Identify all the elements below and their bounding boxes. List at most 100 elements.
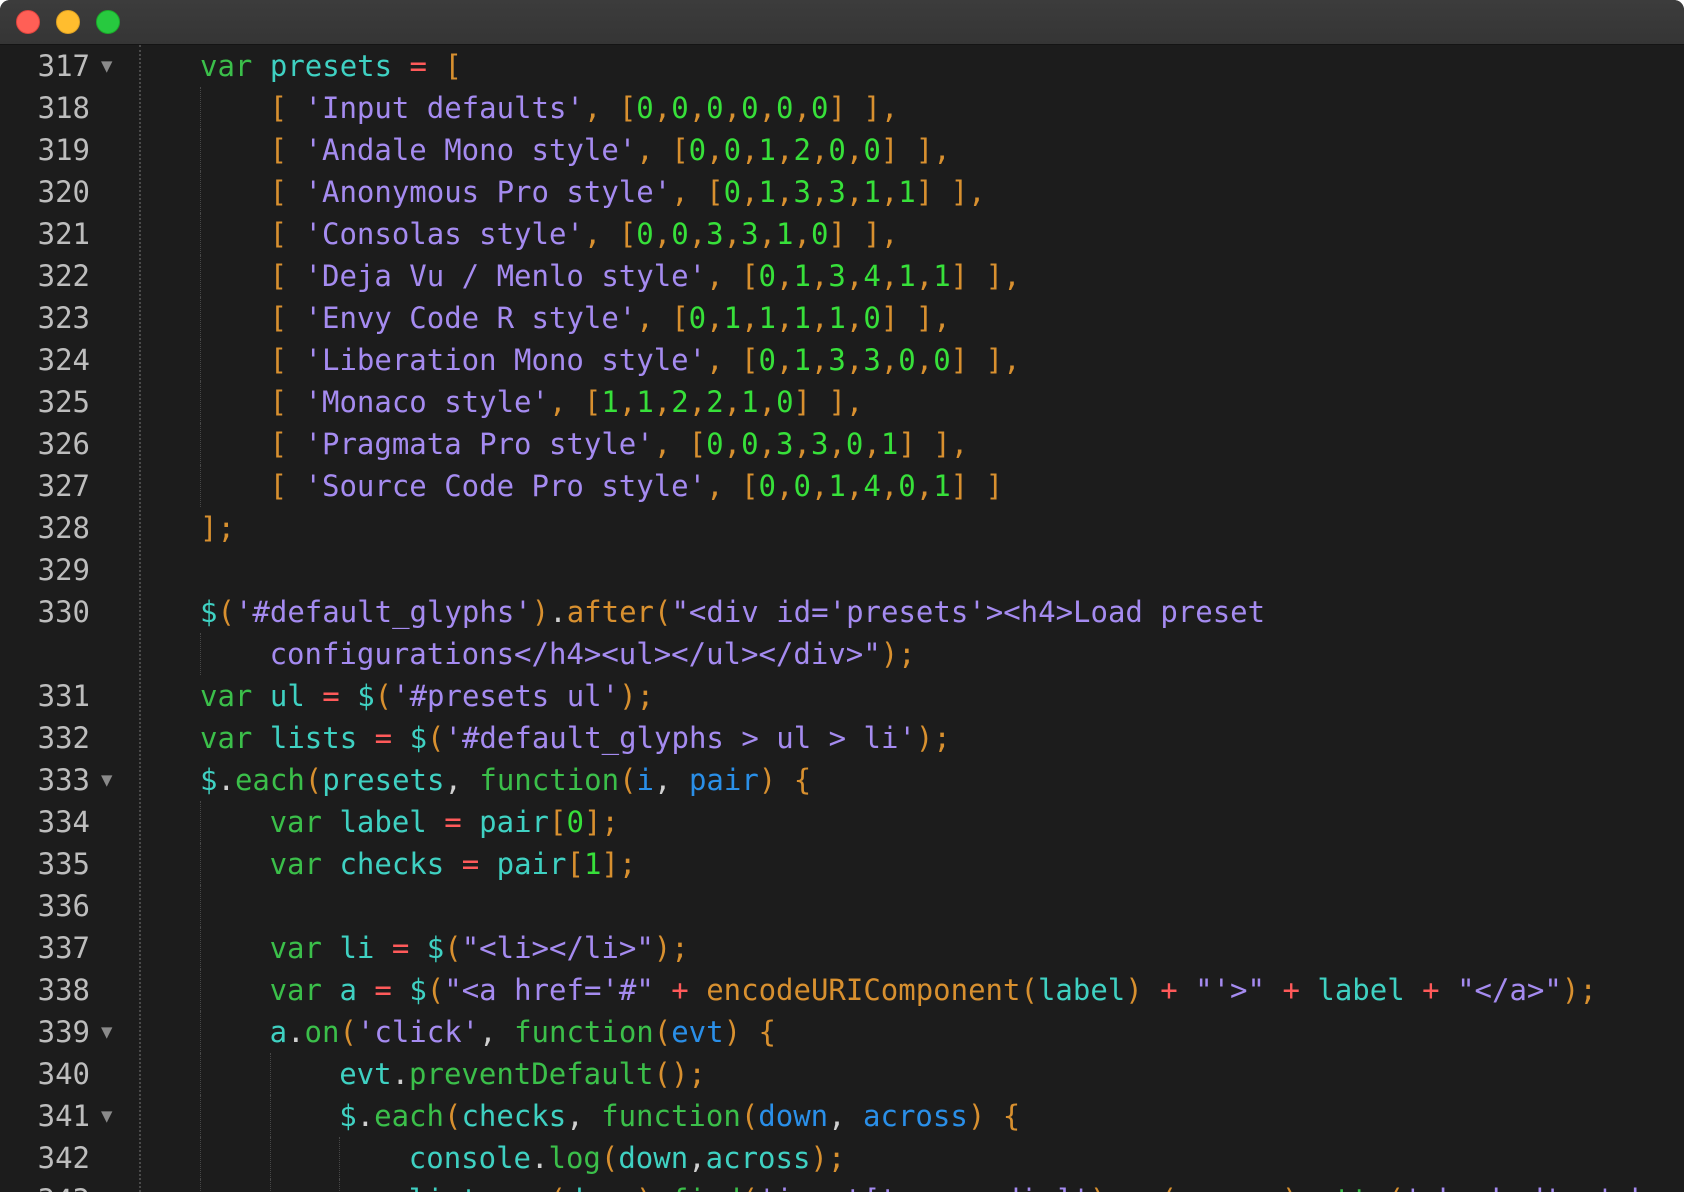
code-line[interactable]: 343lists.eq(down).find('input[type=radio… (0, 1179, 1684, 1192)
code-line[interactable]: 336 (0, 885, 1684, 927)
indent-guide (200, 885, 201, 927)
line-number: 343 (0, 1179, 90, 1192)
code-token: ) (531, 595, 550, 629)
code-line[interactable]: 322[ 'Deja Vu / Menlo style', [0,1,3,4,1… (0, 255, 1684, 297)
code-token: ] (950, 343, 969, 377)
code-token: [ (269, 469, 288, 503)
code-token: . (496, 1183, 513, 1192)
code-token: 1 (933, 469, 951, 503)
maximize-window-button[interactable] (96, 10, 120, 34)
code-token: [ (444, 49, 462, 83)
code-line[interactable]: 335 var checks = pair[1]; (0, 843, 1684, 885)
code-line[interactable]: 340 evt.preventDefault(); (0, 1053, 1684, 1095)
code-token: , (880, 259, 899, 293)
code-text: var label = pair[0]; (270, 801, 619, 843)
code-token: . (217, 763, 235, 797)
code-token: , (793, 91, 811, 125)
code-line[interactable]: 341 ▼ $.each(checks, function(down, across… (0, 1095, 1684, 1137)
code-token: [ (269, 133, 288, 167)
code-line[interactable]: configurations</h4><ul></ul></div>"); (0, 633, 1684, 675)
code-token: "'>" (1195, 973, 1265, 1007)
code-line[interactable]: 329 (0, 549, 1684, 591)
code-token: log (548, 1141, 601, 1175)
code-token: + (1160, 973, 1178, 1007)
code-line[interactable]: 331 var ul = $('#presets ul'); (0, 675, 1684, 717)
code-token: 'input[type=radio]' (758, 1183, 1090, 1192)
line-number: 330 (37, 595, 90, 629)
close-window-button[interactable] (16, 10, 40, 34)
fold-toggle-icon[interactable]: ▼ (101, 1011, 112, 1053)
code-text: [ 'Monaco style', [1,1,2,2,1,0] ], (270, 381, 864, 423)
code-line[interactable]: 342 console.log(down,across); (0, 1137, 1684, 1179)
code-token: , (775, 343, 794, 377)
code-line[interactable]: 334 var label = pair[0]; (0, 801, 1684, 843)
line-number: 331 (37, 679, 90, 713)
code-token: ); (619, 679, 655, 713)
code-token: down (618, 1141, 689, 1175)
indent-guide (200, 213, 201, 255)
code-token: 3 (776, 427, 794, 461)
code-token: = (374, 973, 392, 1007)
code-line[interactable]: 318[ 'Input defaults', [0,0,0,0,0,0] ], (0, 87, 1684, 129)
code-line[interactable]: 323 [ 'Envy Code R style', [0,1,1,1,1,0] … (0, 297, 1684, 339)
code-token: 1 (758, 175, 776, 209)
code-token: 'Envy Code R style' (304, 301, 637, 335)
code-token: 0 (793, 469, 811, 503)
code-token: 0 (898, 343, 916, 377)
code-line[interactable]: 338 var a = $("<a href='#" + encodeURICom… (0, 969, 1684, 1011)
code-line[interactable]: 328]; (0, 507, 1684, 549)
code-token: ( (443, 1099, 462, 1133)
code-line[interactable]: 326[ 'Pragmata Pro style', [0,0,3,3,0,1]… (0, 423, 1684, 465)
code-token: ( (374, 679, 393, 713)
code-line[interactable]: 333 ▼ $.each(presets, function(i, pair) { (0, 759, 1684, 801)
code-token: 3 (741, 217, 759, 251)
code-line[interactable]: 325[ 'Monaco style', [1,1,2,2,1,0] ], (0, 381, 1684, 423)
code-token: , (706, 301, 724, 335)
code-token: , (828, 427, 846, 461)
code-token: 1 (880, 427, 899, 461)
code-token: , (653, 427, 672, 461)
code-token: , (671, 175, 689, 209)
code-token: ] (985, 469, 1004, 503)
code-token: 3 (828, 175, 846, 209)
code-token: 0 (863, 133, 881, 167)
indent-guide (200, 801, 201, 843)
code-line[interactable]: 337 var li = $("<li></li>"); (0, 927, 1684, 969)
code-token: label (1037, 973, 1126, 1007)
line-number: 328 (37, 511, 90, 545)
code-token: 0 (636, 217, 654, 251)
code-token: , (444, 763, 480, 797)
fold-toggle-icon[interactable]: ▼ (101, 759, 112, 801)
code-line[interactable]: 332 var lists = $('#default_glyphs > ul >… (0, 717, 1684, 759)
fold-toggle-icon[interactable]: ▼ (101, 45, 112, 87)
code-token: , (828, 1099, 864, 1133)
code-editor[interactable]: 317 ▼ var presets = [318[ 'Input defaults'… (0, 45, 1684, 1192)
code-line[interactable]: 324[ 'Liberation Mono style', [0,1,3,3,0… (0, 339, 1684, 381)
code-line[interactable]: 321[ 'Consolas style', [0,0,3,3,1,0] ], (0, 213, 1684, 255)
code-token: . (1107, 1183, 1124, 1192)
code-line[interactable]: 319 [ 'Andale Mono style', [0,0,1,2,0,0] … (0, 129, 1684, 171)
code-token: 2 (706, 385, 724, 419)
code-line[interactable]: 330 $('#default_glyphs').after("<div id='… (0, 591, 1684, 633)
minimize-window-button[interactable] (56, 10, 80, 34)
code-token: ], (950, 175, 986, 209)
code-token: ( (426, 973, 445, 1007)
indent-guide (200, 423, 201, 465)
code-token: ] (898, 427, 916, 461)
code-line[interactable]: 327[ 'Source Code Pro style', [0,0,1,4,0… (0, 465, 1684, 507)
code-line[interactable]: 320[ 'Anonymous Pro style', [0,1,3,3,1,1… (0, 171, 1684, 213)
code-token: [ (671, 133, 689, 167)
code-token: ( (619, 763, 637, 797)
code-line[interactable]: 317 ▼ var presets = [ (0, 45, 1684, 87)
code-token: , (618, 385, 637, 419)
code-line[interactable]: 339 ▼ a.on('click', function(evt) { (0, 1011, 1684, 1053)
fold-toggle-icon[interactable]: ▼ (101, 1095, 112, 1137)
code-token: ] (880, 301, 899, 335)
